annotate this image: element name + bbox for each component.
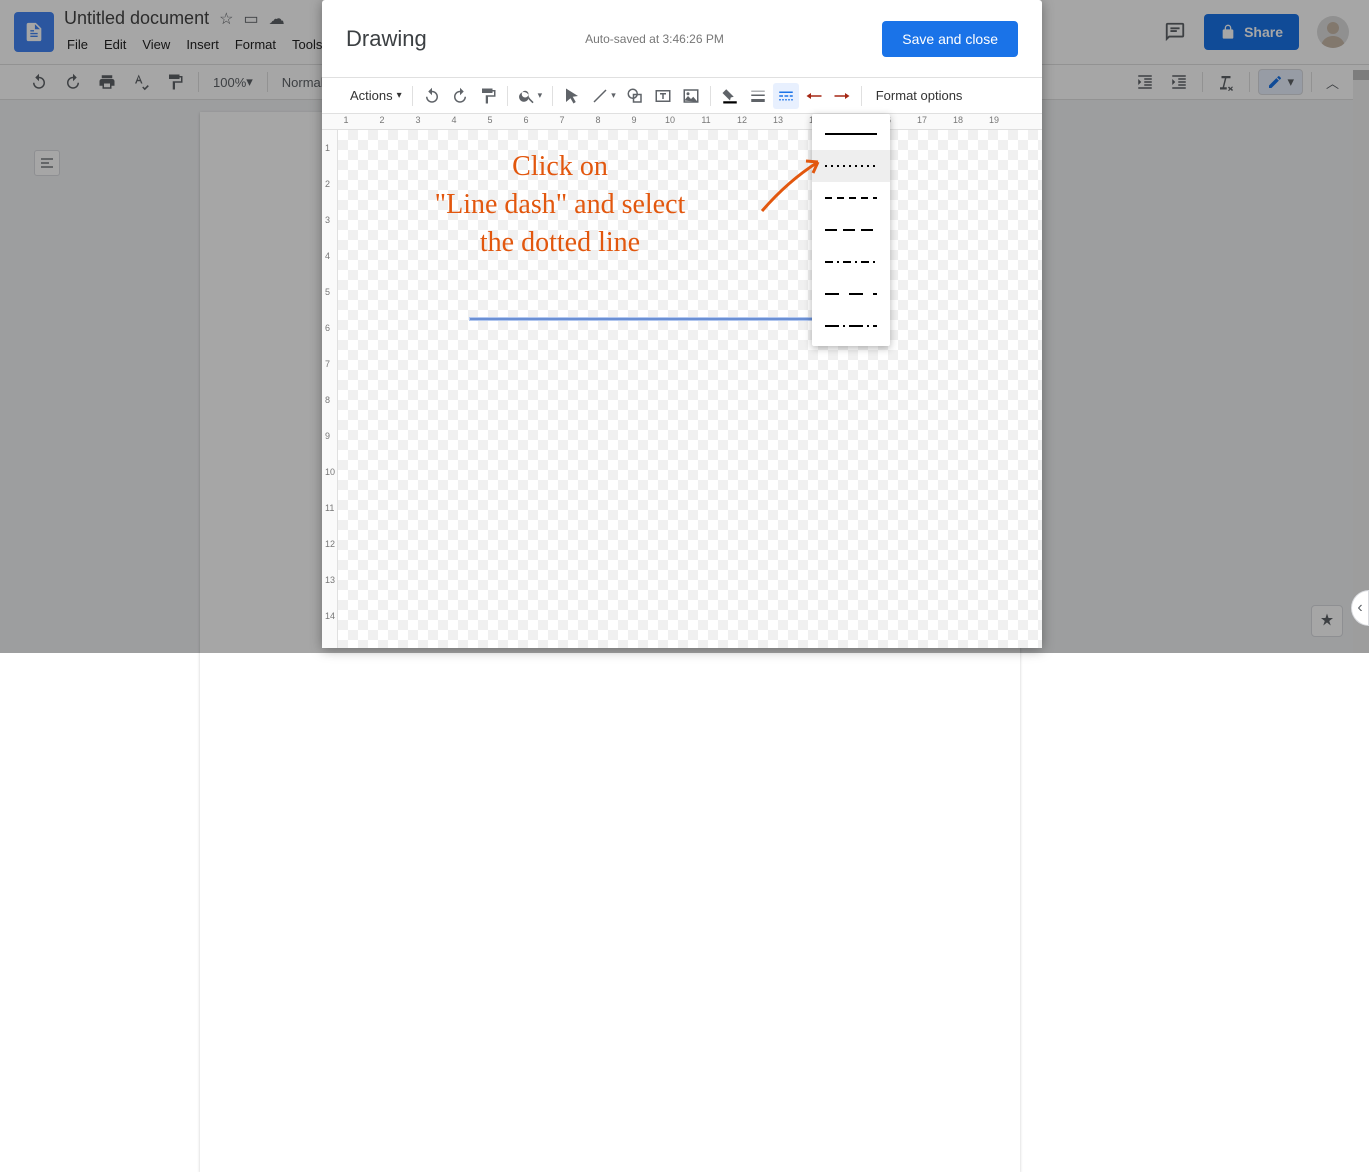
- ruler-number: 2: [379, 115, 384, 125]
- ruler-number: 10: [325, 467, 335, 477]
- drawing-modal-header: Drawing Auto-saved at 3:46:26 PM Save an…: [322, 0, 1042, 78]
- ruler-number: 7: [559, 115, 564, 125]
- drawn-line-object[interactable]: [470, 318, 870, 320]
- line-dash-dropdown: [812, 114, 890, 346]
- ruler-number: 9: [631, 115, 636, 125]
- line-color-icon[interactable]: [717, 83, 743, 109]
- ruler-number: 13: [773, 115, 783, 125]
- horizontal-ruler-drawing: 12345678910111213141516171819: [322, 114, 1042, 130]
- line-start-icon[interactable]: [801, 83, 827, 109]
- shape-tool-icon[interactable]: [622, 83, 648, 109]
- save-and-close-button[interactable]: Save and close: [882, 21, 1018, 57]
- ruler-number: 6: [523, 115, 528, 125]
- ruler-number: 12: [737, 115, 747, 125]
- ruler-number: 4: [325, 251, 330, 261]
- ruler-number: 5: [487, 115, 492, 125]
- ruler-number: 7: [325, 359, 330, 369]
- zoom-icon[interactable]: ▾: [514, 83, 547, 109]
- line-end-icon[interactable]: [829, 83, 855, 109]
- ruler-number: 1: [325, 143, 330, 153]
- dash-option-dotted[interactable]: [812, 150, 890, 182]
- ruler-number: 13: [325, 575, 335, 585]
- ruler-number: 12: [325, 539, 335, 549]
- drawing-modal: Drawing Auto-saved at 3:46:26 PM Save an…: [322, 0, 1042, 648]
- dash-option-dash-dot[interactable]: [812, 246, 890, 278]
- drawing-toolbar: Actions▾ ▾ ▾ Format options: [322, 78, 1042, 114]
- drawing-title: Drawing: [346, 26, 427, 52]
- autosave-status: Auto-saved at 3:46:26 PM: [427, 32, 883, 46]
- select-tool-icon[interactable]: [559, 83, 585, 109]
- ruler-number: 9: [325, 431, 330, 441]
- ruler-number: 4: [451, 115, 456, 125]
- ruler-number: 1: [343, 115, 348, 125]
- actions-menu[interactable]: Actions▾: [346, 88, 406, 103]
- ruler-number: 18: [953, 115, 963, 125]
- dash-option-short-dash[interactable]: [812, 182, 890, 214]
- drawing-canvas[interactable]: [338, 130, 1042, 648]
- ruler-number: 19: [989, 115, 999, 125]
- ruler-number: 10: [665, 115, 675, 125]
- textbox-tool-icon[interactable]: [650, 83, 676, 109]
- line-weight-icon[interactable]: [745, 83, 771, 109]
- line-dash-icon[interactable]: [773, 83, 799, 109]
- dash-option-long-dash[interactable]: [812, 214, 890, 246]
- ruler-number: 8: [595, 115, 600, 125]
- ruler-number: 8: [325, 395, 330, 405]
- paint-format-icon[interactable]: [475, 83, 501, 109]
- format-options-button[interactable]: Format options: [868, 88, 971, 103]
- line-tool-icon[interactable]: ▾: [587, 83, 620, 109]
- ruler-number: 6: [325, 323, 330, 333]
- ruler-number: 5: [325, 287, 330, 297]
- ruler-number: 2: [325, 179, 330, 189]
- dash-option-long-dash-gap[interactable]: [812, 278, 890, 310]
- dash-option-long-dash-dot[interactable]: [812, 310, 890, 342]
- undo-icon[interactable]: [419, 83, 445, 109]
- dash-option-solid[interactable]: [812, 118, 890, 150]
- image-tool-icon[interactable]: [678, 83, 704, 109]
- redo-icon[interactable]: [447, 83, 473, 109]
- vertical-ruler-drawing: 1234567891011121314: [322, 130, 338, 648]
- ruler-number: 17: [917, 115, 927, 125]
- ruler-number: 11: [325, 503, 334, 513]
- ruler-number: 3: [325, 215, 330, 225]
- ruler-number: 14: [325, 611, 335, 621]
- ruler-number: 3: [415, 115, 420, 125]
- ruler-number: 11: [701, 115, 710, 125]
